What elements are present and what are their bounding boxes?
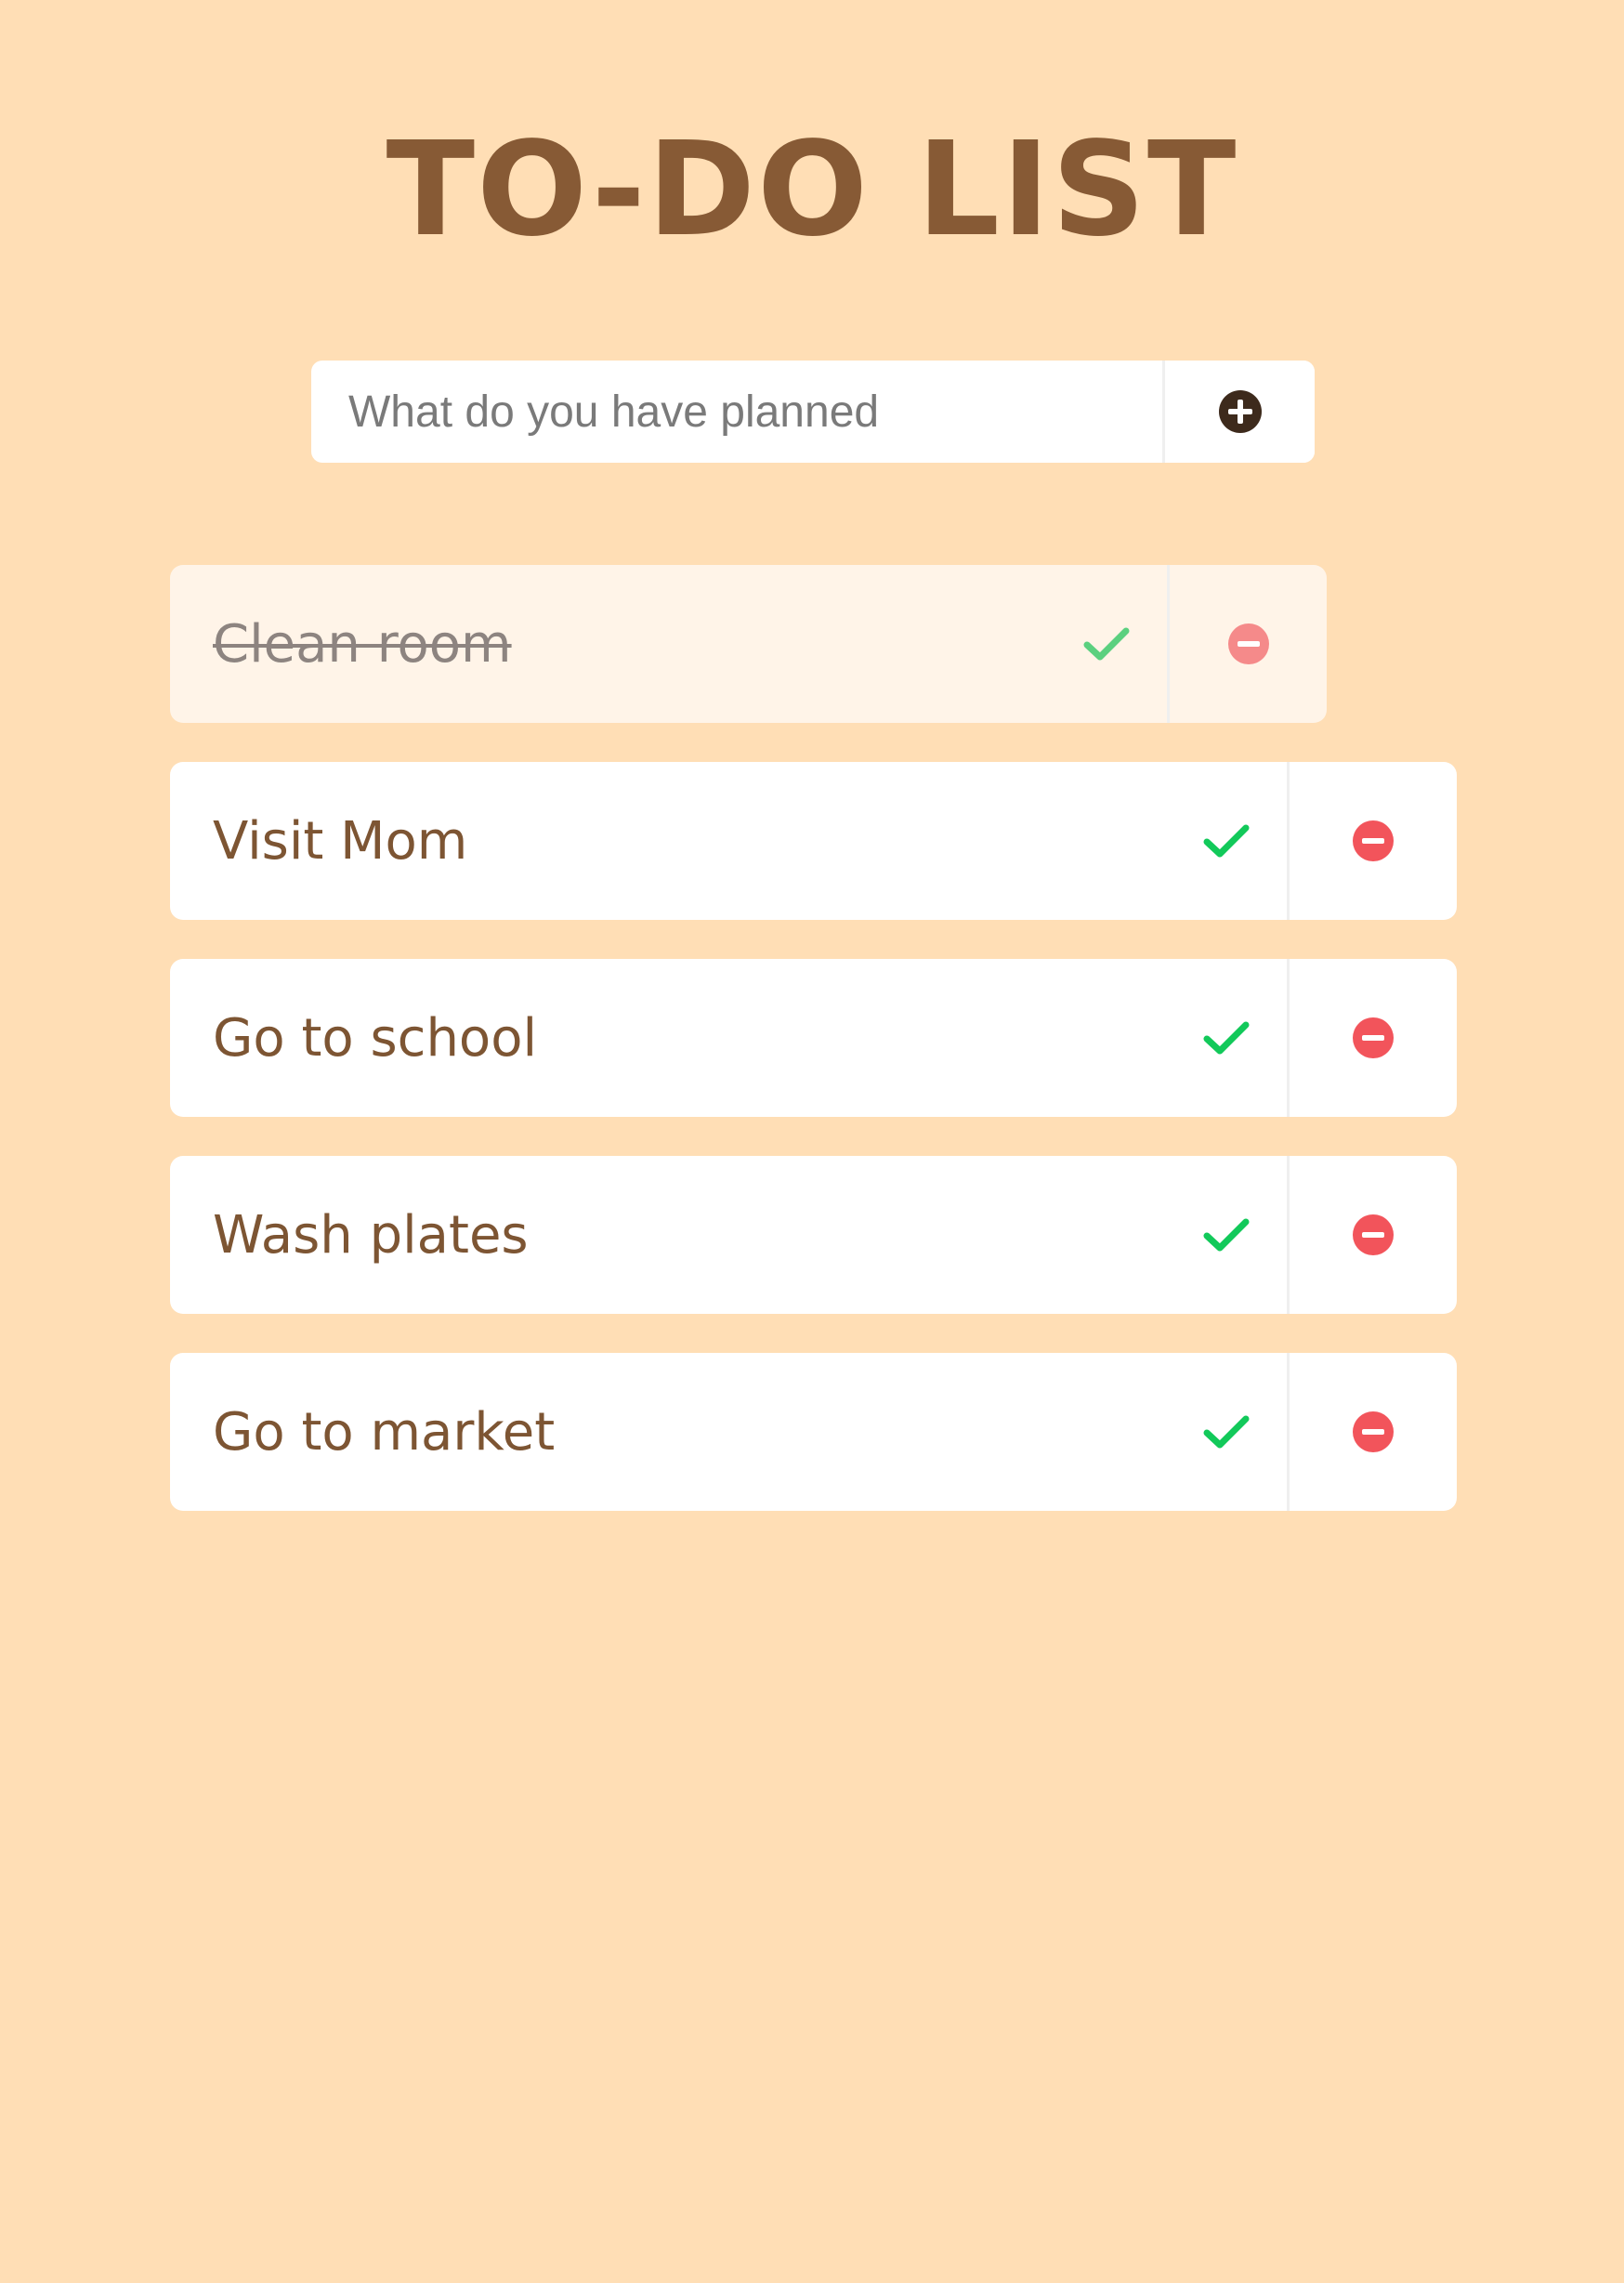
todo-item: Clean room bbox=[170, 565, 1327, 723]
page-title: TO-DO LIST bbox=[386, 114, 1238, 266]
delete-button[interactable] bbox=[1167, 565, 1327, 723]
check-icon bbox=[1202, 1413, 1251, 1450]
add-todo-form bbox=[311, 361, 1315, 463]
delete-button[interactable] bbox=[1287, 1156, 1457, 1314]
check-icon bbox=[1082, 625, 1131, 663]
add-button[interactable] bbox=[1162, 361, 1315, 463]
todo-text: Visit Mom bbox=[213, 810, 468, 872]
complete-button[interactable] bbox=[1166, 762, 1287, 920]
minus-circle-icon bbox=[1352, 1214, 1395, 1256]
todo-text: Clean room bbox=[213, 613, 512, 675]
minus-circle-icon bbox=[1352, 1410, 1395, 1453]
todo-item: Go to school bbox=[170, 959, 1457, 1117]
todo-text: Wash plates bbox=[213, 1204, 529, 1266]
todo-item: Wash plates bbox=[170, 1156, 1457, 1314]
minus-circle-icon bbox=[1352, 820, 1395, 862]
todo-text: Go to school bbox=[213, 1007, 538, 1069]
complete-button[interactable] bbox=[1166, 1156, 1287, 1314]
todo-item: Go to market bbox=[170, 1353, 1457, 1511]
todo-input[interactable] bbox=[311, 361, 1162, 463]
todo-list: Clean room Visit Mom Go to school Wash p… bbox=[170, 565, 1457, 1550]
plus-circle-icon bbox=[1218, 389, 1263, 434]
delete-button[interactable] bbox=[1287, 762, 1457, 920]
todo-item: Visit Mom bbox=[170, 762, 1457, 920]
delete-button[interactable] bbox=[1287, 1353, 1457, 1511]
check-icon bbox=[1202, 822, 1251, 859]
complete-button[interactable] bbox=[1166, 1353, 1287, 1511]
check-icon bbox=[1202, 1216, 1251, 1253]
minus-circle-icon bbox=[1352, 1017, 1395, 1059]
delete-button[interactable] bbox=[1287, 959, 1457, 1117]
complete-button[interactable] bbox=[1166, 959, 1287, 1117]
complete-button[interactable] bbox=[1046, 565, 1167, 723]
todo-text: Go to market bbox=[213, 1401, 556, 1463]
check-icon bbox=[1202, 1019, 1251, 1056]
minus-circle-icon bbox=[1227, 623, 1270, 665]
